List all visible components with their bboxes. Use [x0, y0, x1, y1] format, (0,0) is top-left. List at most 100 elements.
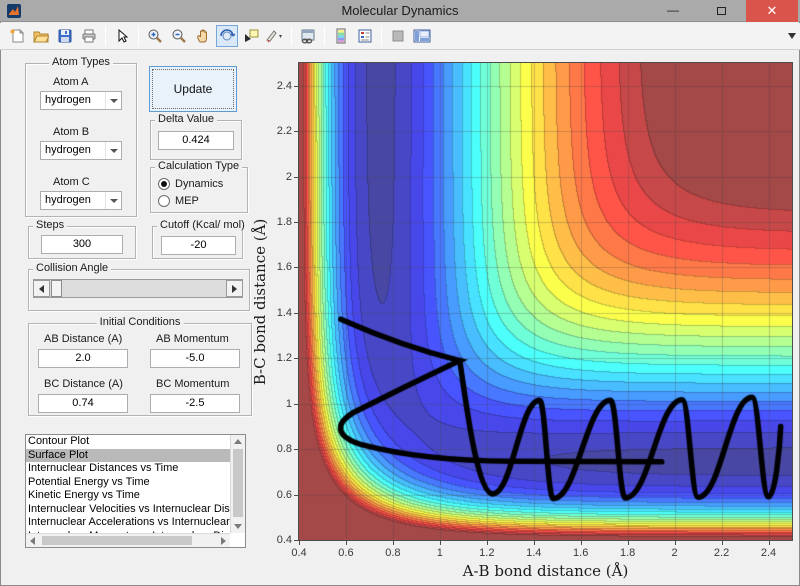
- list-item[interactable]: Internuclear Distances vs Time: [26, 462, 230, 476]
- pan-icon[interactable]: [192, 25, 214, 47]
- chevron-down-icon: [105, 192, 121, 209]
- x-tick-label: 2: [671, 547, 678, 559]
- vscroll-thumb[interactable]: [233, 449, 243, 517]
- open-file-icon[interactable]: [30, 25, 52, 47]
- horizontal-scrollbar[interactable]: [26, 533, 230, 547]
- panel-title: Calculation Type: [155, 160, 243, 172]
- titlebar: Molecular Dynamics — ✕: [0, 0, 800, 22]
- slider-left-arrow[interactable]: [33, 280, 50, 297]
- panel-title: Collision Angle: [33, 262, 112, 274]
- edit-plot-icon[interactable]: [111, 25, 133, 47]
- toolbar-overflow-icon[interactable]: [788, 33, 796, 39]
- x-tick-label: 0.8: [385, 547, 401, 559]
- y-tick-label: 0.4: [276, 534, 292, 546]
- delta-value-field[interactable]: 0.424: [158, 131, 234, 150]
- collision-angle-slider[interactable]: [33, 279, 243, 298]
- scroll-right-button[interactable]: [217, 534, 230, 547]
- potential-energy-surface-canvas[interactable]: [299, 63, 792, 540]
- x-tick-mark: [299, 541, 300, 545]
- ab-distance-label: AB Distance (A): [44, 333, 123, 345]
- atom-c-value: hydrogen: [45, 194, 91, 206]
- y-tick-mark: [294, 449, 298, 451]
- rotate-3d-icon[interactable]: [216, 25, 238, 47]
- radio-mep[interactable]: MEP: [158, 195, 199, 207]
- hide-plot-tools-icon[interactable]: [387, 25, 409, 47]
- bc-momentum-label: BC Momentum: [156, 378, 230, 390]
- y-tick-mark: [294, 312, 298, 314]
- vertical-scrollbar[interactable]: [230, 435, 245, 533]
- save-figure-icon[interactable]: [54, 25, 76, 47]
- right-arrow-icon: [232, 284, 237, 293]
- show-plot-tools-icon[interactable]: [411, 25, 433, 47]
- cutoff-field[interactable]: -20: [161, 236, 236, 255]
- link-plot-icon[interactable]: [297, 25, 319, 47]
- y-tick-label: 1: [285, 397, 292, 410]
- bc-distance-label: BC Distance (A): [44, 378, 123, 390]
- scroll-left-button[interactable]: [26, 534, 39, 547]
- right-arrow-icon: [221, 536, 226, 545]
- scroll-down-button[interactable]: [231, 520, 245, 533]
- contour-plot-axes[interactable]: 0.4 0.4 0.6 0.6 0.8 0.8 1 1 1.2 1.2 1.4 1.4 1.6 1.6 1.…: [251, 62, 793, 580]
- atom-a-label: Atom A: [53, 76, 89, 88]
- atom-b-label: Atom B: [53, 126, 90, 138]
- y-tick-label: 1.2: [276, 352, 292, 365]
- atom-a-value: hydrogen: [45, 94, 91, 106]
- atom-b-dropdown[interactable]: hydrogen: [40, 141, 122, 160]
- left-arrow-icon: [30, 536, 35, 545]
- insert-colorbar-icon[interactable]: [330, 25, 352, 47]
- radio-dynamics[interactable]: Dynamics: [158, 178, 223, 190]
- y-tick-mark: [294, 131, 298, 133]
- x-tick-label: 1.2: [479, 547, 495, 559]
- scroll-up-button[interactable]: [231, 435, 245, 448]
- left-arrow-icon: [39, 284, 44, 293]
- ab-distance-field[interactable]: 2.0: [38, 349, 128, 368]
- panel-title: Initial Conditions: [96, 316, 184, 328]
- list-item[interactable]: Kinetic Energy vs Time: [26, 489, 230, 503]
- list-item[interactable]: Internuclear Velocities vs Internuclear …: [26, 503, 230, 517]
- atom-a-dropdown[interactable]: hydrogen: [40, 91, 122, 110]
- list-item[interactable]: Potential Energy vs Time: [26, 476, 230, 490]
- list-item[interactable]: Contour Plot: [26, 435, 230, 449]
- zoom-out-icon[interactable]: [168, 25, 190, 47]
- bc-distance-field[interactable]: 0.74: [38, 394, 128, 413]
- radio-mep-label: MEP: [175, 195, 199, 207]
- hscroll-thumb[interactable]: [42, 536, 192, 545]
- atom-b-value: hydrogen: [45, 144, 91, 156]
- update-button[interactable]: Update: [149, 66, 237, 112]
- zoom-in-icon[interactable]: [144, 25, 166, 47]
- insert-legend-icon[interactable]: [354, 25, 376, 47]
- x-tick-mark: [392, 541, 394, 545]
- bc-momentum-field[interactable]: -2.5: [150, 394, 240, 413]
- panel-title: Cutoff (Kcal/ mol): [157, 219, 248, 231]
- chevron-down-icon: [105, 92, 121, 109]
- toolbar-separator: [105, 26, 106, 46]
- close-button[interactable]: ✕: [746, 0, 798, 22]
- focus-rect: [152, 69, 234, 109]
- y-tick-label: 1.6: [276, 261, 292, 274]
- y-tick-mark: [294, 176, 298, 178]
- app-window: Molecular Dynamics — ✕ Atom Types Atom A…: [0, 0, 800, 586]
- list-item[interactable]: Internuclear Accelerations vs Internucle…: [26, 516, 230, 530]
- x-tick-label: 2.2: [713, 547, 730, 559]
- steps-field[interactable]: 300: [41, 235, 123, 254]
- atom-c-label: Atom C: [53, 176, 90, 188]
- plot-type-listbox[interactable]: Contour Plot Surface Plot Internuclear Dis…: [25, 434, 246, 548]
- maximize-button[interactable]: [698, 0, 744, 22]
- x-tick-label: 1.8: [620, 547, 636, 559]
- x-tick-mark: [627, 541, 629, 545]
- slider-right-arrow[interactable]: [226, 280, 243, 297]
- data-cursor-icon[interactable]: [240, 25, 262, 47]
- list-item[interactable]: Surface Plot: [26, 448, 230, 462]
- x-tick-label: 1: [436, 547, 443, 559]
- x-tick-label: 1.6: [573, 547, 589, 559]
- panel-title: Steps: [33, 219, 68, 231]
- brush-data-icon[interactable]: [264, 25, 286, 47]
- maximize-icon: [716, 7, 726, 15]
- x-tick-label: 0.4: [291, 547, 307, 559]
- ab-momentum-field[interactable]: -5.0: [150, 349, 240, 368]
- new-figure-icon[interactable]: [6, 25, 28, 47]
- atom-c-dropdown[interactable]: hydrogen: [40, 191, 122, 210]
- minimize-button[interactable]: —: [650, 0, 696, 22]
- print-figure-icon[interactable]: [78, 25, 100, 47]
- slider-thumb[interactable]: [51, 280, 62, 297]
